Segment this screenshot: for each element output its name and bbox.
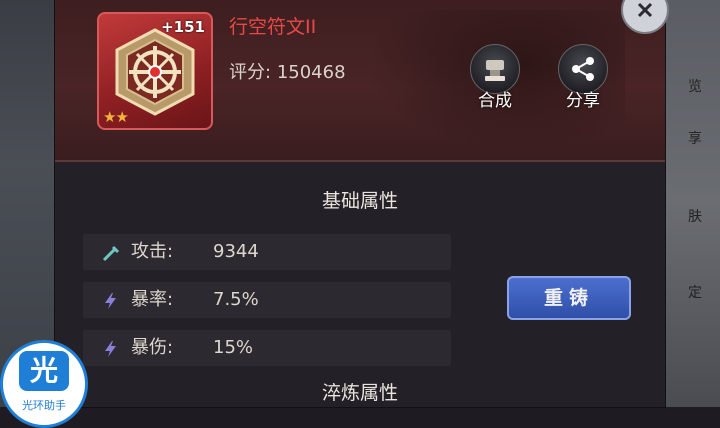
- attribute-value: 9344: [213, 241, 259, 262]
- item-icon-frame[interactable]: +151 ★★: [97, 12, 213, 130]
- score-value: 150468: [276, 62, 346, 83]
- side-menu-item[interactable]: 肤: [688, 206, 702, 226]
- item-header: +151 ★★ 行空符文II 评分: 150468 合成 分享: [55, 0, 665, 162]
- watermark-glyph: 光: [19, 351, 69, 391]
- merge-label: 合成: [478, 91, 512, 111]
- star-rating: ★★: [103, 108, 129, 126]
- lightning-icon: [105, 341, 116, 357]
- attribute-row: 攻击: 9344: [83, 234, 451, 270]
- attribute-label: 攻击:: [131, 241, 174, 262]
- refine-attributes-title: 淬炼属性: [55, 374, 665, 412]
- item-detail-panel: +151 ★★ 行空符文II 评分: 150468 合成 分享 基础属性 攻击:…: [55, 0, 669, 407]
- watermark-logo: 光 光环助手: [0, 340, 88, 428]
- attribute-label: 暴伤:: [131, 337, 174, 358]
- score-row: 评分: 150468: [229, 58, 346, 84]
- watermark-text: 光环助手: [22, 399, 66, 412]
- attribute-value: 15%: [213, 337, 254, 358]
- merge-button[interactable]: 合成: [465, 44, 525, 111]
- attribute-row: 暴伤: 15%: [83, 330, 451, 366]
- base-attributes-title: 基础属性: [55, 182, 665, 220]
- share-button[interactable]: 分享: [553, 44, 613, 111]
- side-menu-item[interactable]: 享: [688, 128, 702, 148]
- refine-attributes-label: 淬炼属性: [321, 382, 398, 404]
- attribute-row: 暴率: 7.5%: [83, 282, 451, 318]
- side-menu-item[interactable]: 览: [688, 76, 702, 96]
- item-name: 行空符文II: [229, 16, 317, 38]
- rune-icon: [115, 28, 195, 116]
- attribute-value: 7.5%: [213, 289, 259, 310]
- close-icon: [637, 2, 653, 18]
- share-label: 分享: [566, 91, 600, 111]
- lightning-icon: [105, 293, 116, 309]
- background-right: 览 享 肤 定: [660, 0, 720, 407]
- side-menu-item[interactable]: 定: [688, 282, 702, 302]
- base-attributes-label: 基础属性: [321, 190, 398, 212]
- attribute-label: 暴率:: [131, 289, 174, 310]
- score-label: 评分:: [229, 62, 272, 83]
- sword-icon: [102, 245, 120, 262]
- recast-button[interactable]: 重铸: [507, 276, 631, 320]
